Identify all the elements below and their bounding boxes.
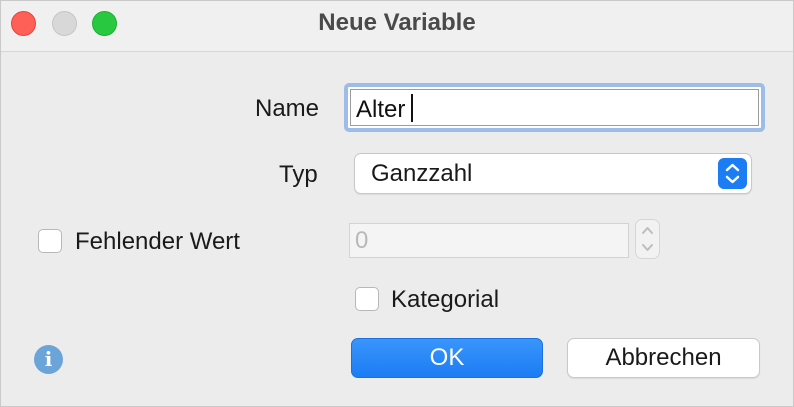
categorical-checkbox[interactable] xyxy=(355,287,379,311)
name-input[interactable]: Alter xyxy=(344,83,765,132)
missing-value-input-value: 0 xyxy=(355,227,369,254)
type-select[interactable]: Ganzzahl xyxy=(354,153,752,194)
name-label: Name xyxy=(255,95,320,122)
window-title: Neue Variable xyxy=(318,9,476,36)
missing-value-input: 0 xyxy=(349,223,629,258)
text-caret xyxy=(411,94,414,122)
missing-value-label: Fehlender Wert xyxy=(75,228,240,255)
type-select-value: Ganzzahl xyxy=(371,160,473,187)
new-variable-dialog: Neue Variable Name Alter Typ Ganzzahl Fe… xyxy=(0,0,794,407)
categorical-label: Kategorial xyxy=(391,286,500,313)
title-bar: Neue Variable xyxy=(1,1,793,52)
type-label: Typ xyxy=(279,161,318,188)
stepper-up-down-icon xyxy=(635,219,660,259)
chevron-up-down-icon xyxy=(718,158,747,189)
ok-button[interactable]: OK xyxy=(351,338,543,378)
cancel-button[interactable]: Abbrechen xyxy=(567,338,760,378)
info-icon[interactable]: i xyxy=(34,345,63,374)
missing-value-checkbox[interactable] xyxy=(38,229,62,253)
name-input-value: Alter xyxy=(356,94,414,124)
